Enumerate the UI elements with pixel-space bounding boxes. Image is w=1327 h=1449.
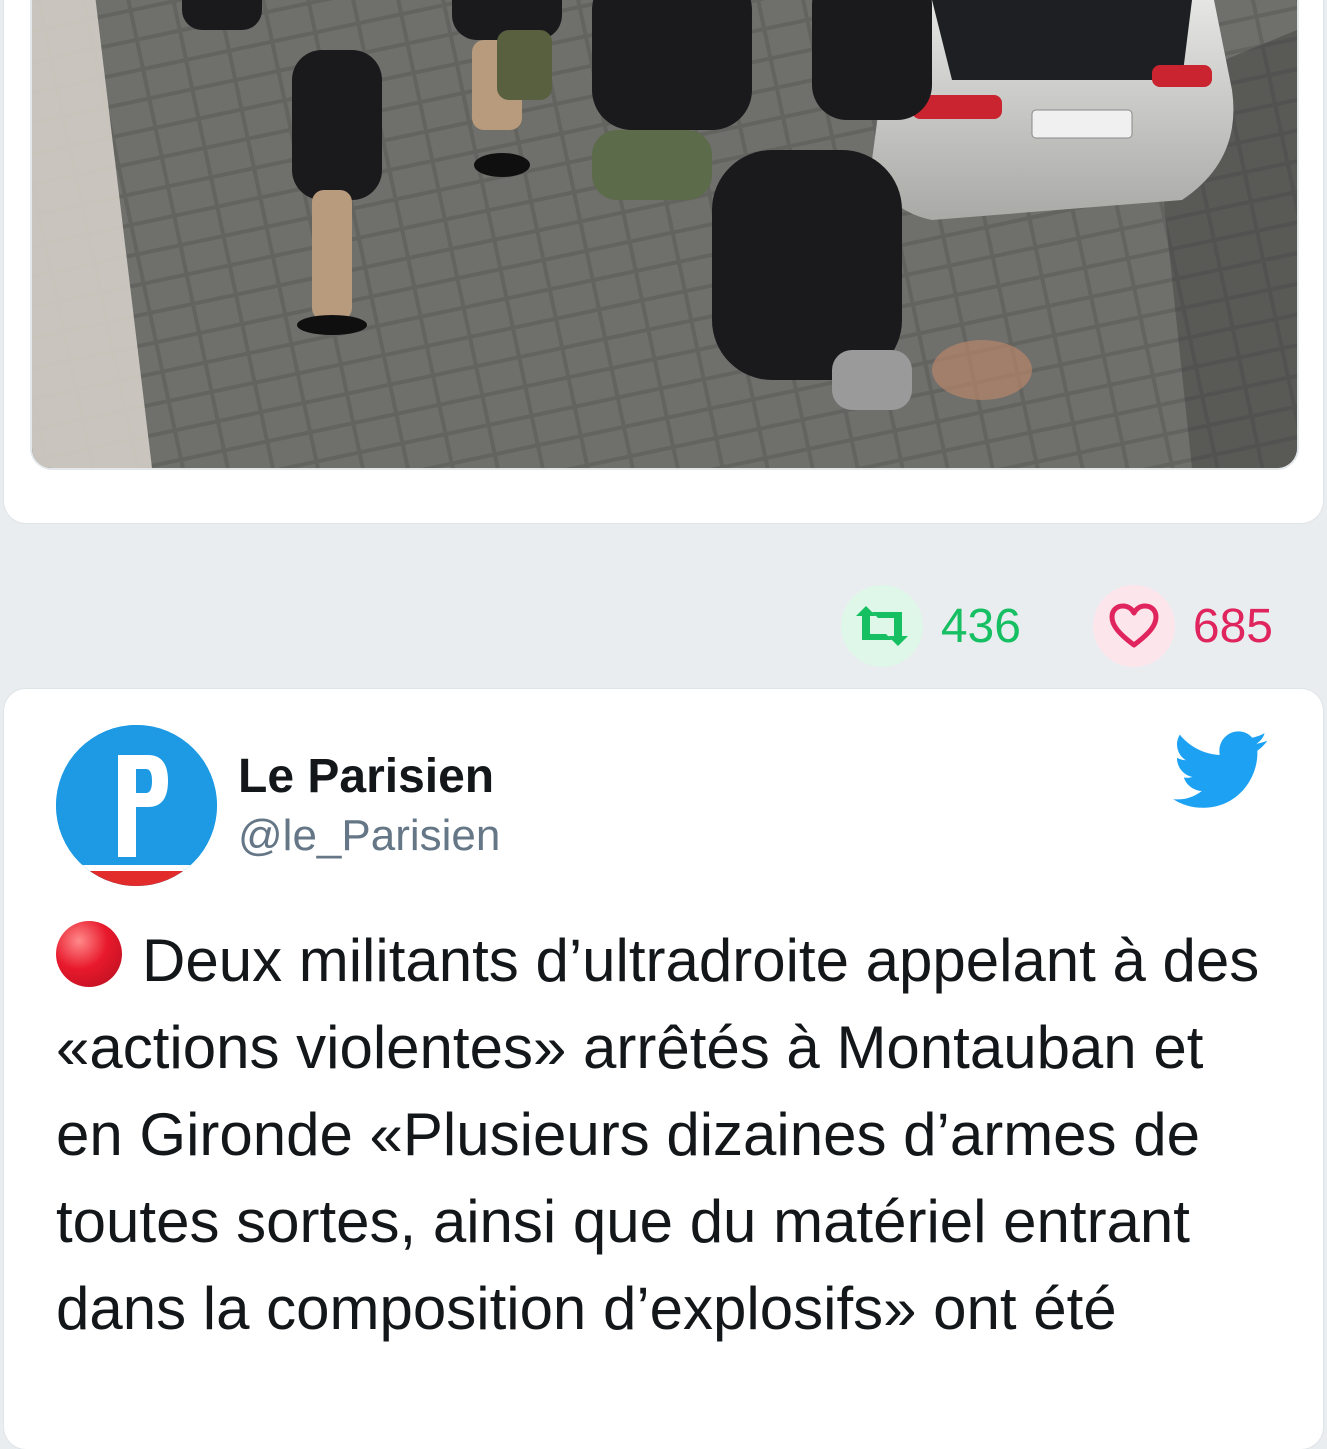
author-handle[interactable]: @le_Parisien xyxy=(238,811,500,861)
tweet-text: Deux militants d’ultradroite appelant à … xyxy=(56,917,1276,1352)
tweet-card: Le Parisien @le_Parisien Deux militants … xyxy=(4,689,1323,1449)
retweet-count: 436 xyxy=(940,599,1021,653)
previous-tweet-card xyxy=(4,0,1323,523)
author-name[interactable]: Le Parisien xyxy=(238,749,494,804)
red-circle-icon xyxy=(56,921,122,987)
retweet-icon[interactable] xyxy=(840,585,923,667)
avatar[interactable] xyxy=(56,725,217,886)
heart-icon[interactable] xyxy=(1092,585,1175,667)
like-count: 685 xyxy=(1192,599,1273,653)
tweet-text-content: Deux militants d’ultradroite appelant à … xyxy=(56,927,1260,1342)
tweet-actions: 436 685 xyxy=(840,584,1273,668)
like-button[interactable]: 685 xyxy=(1092,585,1273,667)
le-parisien-logo xyxy=(56,725,217,886)
street-photo-image xyxy=(32,0,1297,468)
retweet-button[interactable]: 436 xyxy=(840,585,1021,667)
twitter-bird-icon[interactable] xyxy=(1173,729,1269,813)
tweet-photo[interactable] xyxy=(30,0,1299,470)
